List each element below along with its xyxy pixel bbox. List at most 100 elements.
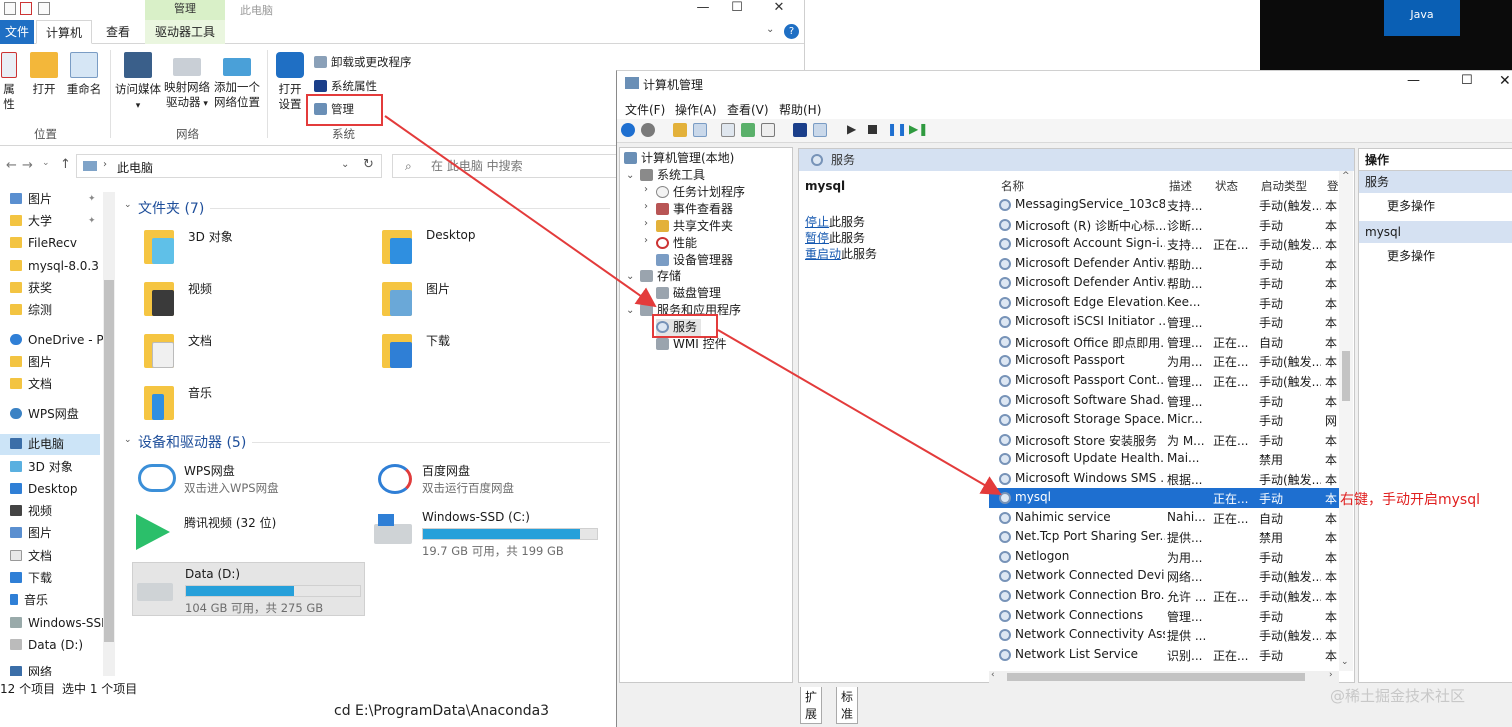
tree-performance[interactable]: 性能 [656,235,697,252]
nav-item[interactable]: 文档 [0,546,100,567]
uninstall-program-button[interactable]: 卸载或更改程序 [314,54,412,70]
nav-item-onedrive[interactable]: OneDrive - Per [0,330,103,351]
nav-item[interactable]: 文档 [0,374,100,395]
actions-section-mysql[interactable]: mysql [1359,221,1512,243]
nav-item[interactable]: 综测 [0,300,100,321]
service-row[interactable]: Microsoft Passport 为用... 正在... 手动(触发... 本 [989,351,1339,371]
menu-view[interactable]: 查看(V) [727,101,769,118]
system-properties-button[interactable]: 系统属性 [314,78,377,94]
collapse-chevron-icon[interactable]: ⌄ [124,435,132,445]
pause-service-link[interactable]: 暂停 [805,231,829,245]
service-row[interactable]: Microsoft Passport Cont... 管理... 正在... 手动(触… [989,371,1339,391]
help-icon[interactable] [793,123,807,137]
back-arrow-icon[interactable]: ← [6,158,17,173]
tree-task-scheduler[interactable]: 任务计划程序 [656,184,745,201]
service-row[interactable]: mysql 正在... 手动 本 [989,488,1339,508]
nav-item[interactable]: mysql-8.0.31- [0,256,100,277]
collapsed-chevron-icon[interactable]: › [644,184,648,195]
menu-action[interactable]: 操作(A) [675,101,717,118]
scroll-down-icon[interactable]: ⌄ [1341,657,1349,667]
menu-file[interactable]: 文件(F) [625,101,665,118]
up-folder-icon[interactable] [673,123,687,137]
service-row[interactable]: Microsoft Store 安装服务为 M... 正在... 手动 本 [989,430,1339,450]
column-logon[interactable]: 登 [1327,178,1339,194]
column-description[interactable]: 描述 [1169,178,1192,194]
address-dropdown-icon[interactable]: ⌄ [341,159,349,170]
collapse-chevron-icon[interactable]: ⌄ [124,200,132,210]
more-actions-link[interactable]: 更多操作 [1387,197,1435,214]
service-row[interactable]: Netlogon 为用... 手动 本 [989,547,1339,567]
tab-drive-tools[interactable]: 驱动器工具 [145,20,225,44]
forward-icon[interactable] [641,123,655,137]
address-field[interactable]: › 此电脑 ⌄ ↻ [76,154,382,178]
show-tree-icon[interactable] [693,123,707,137]
collapsed-chevron-icon[interactable]: › [644,235,648,246]
nav-item[interactable]: Data (D:) [0,635,100,656]
minimize-button[interactable]: — [686,0,720,18]
tree-disk-management[interactable]: 磁盘管理 [656,285,721,302]
service-row[interactable]: Network Connected Devi... 网络... 手动(触发... 本 [989,566,1339,586]
map-network-drive-button[interactable]: 映射网络 驱动器 ▾ [162,58,212,112]
nav-item[interactable]: 音乐 [0,590,100,611]
tree-device-manager[interactable]: 设备管理器 [656,252,733,269]
tab-computer[interactable]: 计算机 [36,20,92,44]
nav-item[interactable]: 3D 对象 [0,457,100,478]
service-row[interactable]: Network Connection Bro... 允许 ... 正在... 手动(触… [989,586,1339,606]
device-item[interactable]: Windows-SSD (C:) 19.7 GB 可用，共 199 GB [374,510,604,566]
refresh-icon[interactable]: ↻ [363,157,374,172]
nav-scrollbar-thumb[interactable] [104,280,114,642]
nav-item-wps[interactable]: WPS网盘 [0,404,100,425]
tab-file[interactable]: 文件 [0,20,34,44]
expanded-chevron-icon[interactable]: ⌄ [626,305,634,316]
tab-standard[interactable]: 标准 [836,687,859,724]
column-startup-type[interactable]: 启动类型 [1261,178,1307,194]
service-row[interactable]: Microsoft Office 即点即用... 管理... 正在... 自动 本 [989,332,1339,352]
maximize-button[interactable]: ☐ [1461,73,1473,88]
minimize-button[interactable]: — [1407,73,1420,88]
collapsed-chevron-icon[interactable]: › [644,201,648,212]
tree-storage[interactable]: 存储 [640,268,681,285]
collapsed-chevron-icon[interactable]: › [644,218,648,229]
start-service-icon[interactable]: ▶ [847,122,856,136]
rename-button[interactable]: 重命名 [64,52,104,97]
scrollbar-thumb[interactable] [1007,673,1305,681]
service-row[interactable]: Network Connectivity Ass... 提供 ... 手动(触发..… [989,625,1339,645]
scroll-right-icon[interactable]: › [1329,670,1333,680]
forward-arrow-icon[interactable]: → [22,158,33,173]
service-row[interactable]: Nahimic service Nahi... 正在... 自动 本 [989,508,1339,528]
service-row[interactable]: Microsoft Defender Antiv... 帮助... 手动 本 [989,273,1339,293]
service-row[interactable]: Microsoft Account Sign-i... 支持... 正在... 手动(… [989,234,1339,254]
nav-item[interactable]: Desktop [0,479,100,500]
services-vertical-scrollbar[interactable]: ^ ⌄ [1339,171,1353,671]
back-icon[interactable] [621,123,635,137]
column-name[interactable]: 名称 [1001,178,1024,194]
export-icon[interactable] [761,123,775,137]
service-row[interactable]: Microsoft Edge Elevation... Kee... 手动 本 [989,293,1339,313]
stop-service-link[interactable]: 停止 [805,215,829,229]
checkbox-quick-icon[interactable] [20,2,32,15]
maximize-button[interactable]: ☐ [720,0,754,18]
close-button[interactable]: ✕ [1499,73,1511,89]
open-settings-button[interactable]: 打开 设置 [274,52,306,112]
nav-item[interactable]: 大学 [0,211,100,232]
service-row[interactable]: Network List Service 识别... 正在... 手动 本 [989,645,1339,665]
service-row[interactable]: Net.Tcp Port Sharing Ser... 提供... 禁用 本 [989,527,1339,547]
recent-chevron-icon[interactable]: ⌄ [42,158,50,168]
restart-service-icon[interactable]: ▶❚ [909,122,928,136]
close-button[interactable]: ✕ [762,0,796,18]
actions-section-services[interactable]: 服务 [1359,171,1512,193]
nav-item[interactable]: 图片 [0,352,100,373]
device-item-selected[interactable]: Data (D:) 104 GB 可用，共 275 GB [132,562,365,616]
nav-item-this-pc[interactable]: 此电脑 [0,434,100,455]
new-folder-quick-icon[interactable] [38,2,50,15]
nav-item[interactable]: 网络 [0,662,100,676]
nav-item[interactable]: Windows-SSI [0,613,103,634]
properties-button[interactable]: 属性 [0,52,18,112]
scroll-up-icon[interactable]: ^ [1342,171,1350,181]
nav-item[interactable]: 图片 [0,523,100,544]
scroll-left-icon[interactable]: ‹ [991,670,995,680]
folders-header[interactable]: 文件夹 (7) [138,198,204,218]
search-input[interactable]: ⌕ 在 此电脑 中搜索 [392,154,622,178]
service-row[interactable]: Microsoft Update Health... Mai... 禁用 本 [989,449,1339,469]
device-item[interactable]: WPS网盘 双击进入WPS网盘 [136,462,366,518]
